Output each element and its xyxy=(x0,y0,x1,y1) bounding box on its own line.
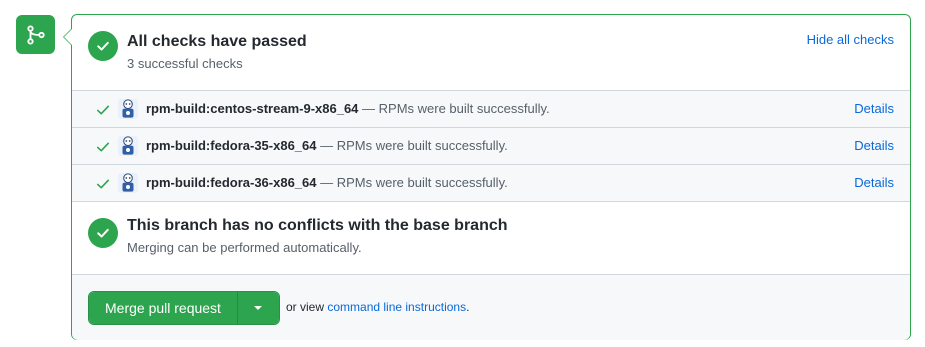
check-name: rpm-build:centos-stream-9-x86_64 xyxy=(146,101,359,116)
checks-title: All checks have passed xyxy=(127,33,307,50)
check-icon xyxy=(96,105,110,115)
check-icon xyxy=(96,142,110,152)
check-row: rpm-build:fedora-35-x86_64 — RPMs were b… xyxy=(72,127,910,164)
merge-footer: Merge pull request or view command line … xyxy=(72,274,910,340)
check-description: — RPMs were built successfully. xyxy=(362,101,550,116)
details-link[interactable]: Details xyxy=(854,138,894,153)
command-line-instructions-link[interactable]: command line instructions xyxy=(327,300,466,314)
check-name: rpm-build:fedora-35-x86_64 xyxy=(146,138,317,153)
checks-subtitle: 3 successful checks xyxy=(127,56,243,71)
check-row: rpm-build:centos-stream-9-x86_64 — RPMs … xyxy=(72,90,910,127)
merge-status-panel: All checks have passed 3 successful chec… xyxy=(63,14,911,340)
check-description: — RPMs were built successfully. xyxy=(320,175,508,190)
packit-bot-avatar xyxy=(118,173,138,193)
check-circle-icon xyxy=(88,218,118,248)
or-view-text: or view command line instructions. xyxy=(286,300,470,314)
conflicts-subtitle: Merging can be performed automatically. xyxy=(127,240,362,255)
check-name: rpm-build:fedora-36-x86_64 xyxy=(146,175,317,190)
hide-all-checks-link[interactable]: Hide all checks xyxy=(807,32,894,47)
checks-summary: All checks have passed 3 successful chec… xyxy=(72,15,910,90)
check-circle-icon xyxy=(88,31,118,61)
conflicts-title: This branch has no conflicts with the ba… xyxy=(127,217,508,234)
check-description: — RPMs were built successfully. xyxy=(320,138,508,153)
packit-bot-avatar xyxy=(118,99,138,119)
merge-options-dropdown[interactable] xyxy=(236,292,279,324)
merge-pull-request-button[interactable]: Merge pull request xyxy=(89,292,237,324)
packit-bot-avatar xyxy=(118,136,138,156)
triangle-down-icon xyxy=(254,306,263,310)
git-merge-icon xyxy=(16,15,55,54)
check-list: rpm-build:centos-stream-9-x86_64 — RPMs … xyxy=(72,90,910,202)
conflicts-section: This branch has no conflicts with the ba… xyxy=(72,201,910,274)
merge-button-group: Merge pull request xyxy=(88,291,280,325)
details-link[interactable]: Details xyxy=(854,101,894,116)
check-icon xyxy=(96,179,110,189)
check-row: rpm-build:fedora-36-x86_64 — RPMs were b… xyxy=(72,164,910,202)
details-link[interactable]: Details xyxy=(854,175,894,190)
